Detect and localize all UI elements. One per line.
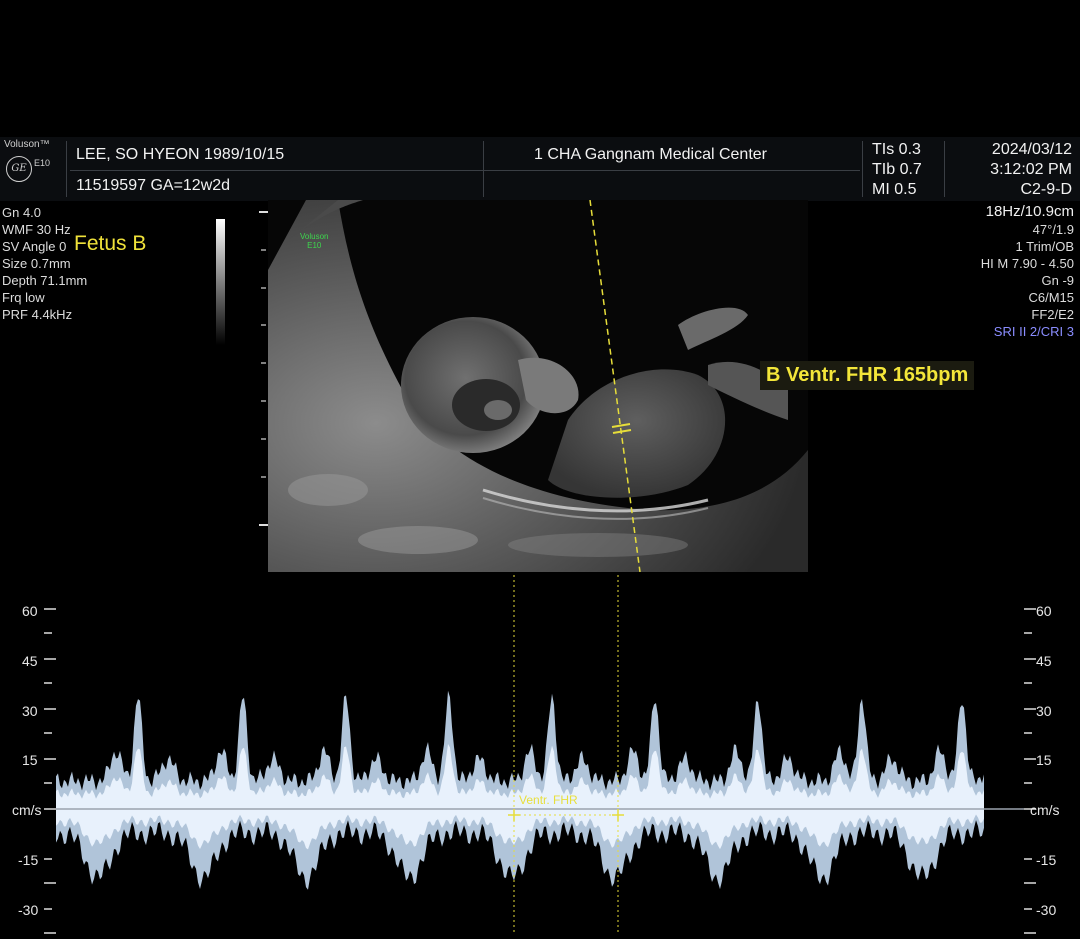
- header-divider: [862, 141, 863, 197]
- header-divider: [944, 141, 945, 197]
- probe-name: C2-9-D: [1020, 181, 1072, 198]
- doppler-waveform: [44, 575, 1036, 934]
- right-parameter-list: 18Hz/10.9cm 47°/1.9 1 Trim/OB HI M 7.90 …: [981, 203, 1074, 340]
- velocity-tick-left: -15: [18, 852, 39, 868]
- param-harmonic: HI M 7.90 - 4.50: [980, 256, 1074, 271]
- image-voluson-logo: Voluson E10: [300, 232, 329, 250]
- velocity-tick-left: 45: [22, 653, 38, 669]
- param-preset: 1 Trim/OB: [1015, 239, 1074, 254]
- header-divider: [483, 141, 484, 197]
- velocity-tick-right: -30: [1036, 902, 1057, 918]
- header-divider: [66, 141, 67, 197]
- doppler-spectrum-panel[interactable]: [0, 575, 1080, 934]
- param-gain-2d: Gn -9: [1041, 273, 1074, 288]
- param-angle: 47°/1.9: [1032, 222, 1074, 237]
- param-gain: Gn 4.0: [2, 205, 42, 220]
- velocity-tick-left: 15: [22, 752, 38, 768]
- velocity-tick-left: 60: [22, 603, 38, 619]
- fetus-scan-graphic: [268, 200, 808, 572]
- param-frequency: Frq low: [2, 290, 45, 305]
- left-parameter-list: Gn 4.0 WMF 30 Hz SV Angle 0 Size 0.7mm D…: [2, 204, 87, 323]
- ge-logo-icon: GE: [6, 156, 32, 182]
- velocity-tick-right: 15: [1036, 752, 1052, 768]
- param-prf: PRF 4.4kHz: [2, 307, 73, 322]
- velocity-tick-right: 30: [1036, 703, 1052, 719]
- velocity-tick-right: 45: [1036, 653, 1052, 669]
- param-depth: Depth 71.1mm: [2, 273, 88, 288]
- param-filter: FF2/E2: [1031, 307, 1074, 322]
- brand-model: E10: [34, 158, 51, 168]
- velocity-unit-right: cm/s: [1030, 802, 1060, 818]
- param-map: C6/M15: [1028, 290, 1074, 305]
- velocity-tick-left: 30: [22, 703, 38, 719]
- velocity-tick-right: 60: [1036, 603, 1052, 619]
- patient-id-ga: 11519597 GA=12w2d: [76, 177, 231, 194]
- institution-name: 1 CHA Gangnam Medical Center: [534, 146, 767, 163]
- grayscale-bar: [216, 219, 225, 345]
- ultrasound-image[interactable]: [268, 200, 808, 572]
- param-sri: SRI II 2/CRI 3: [993, 324, 1074, 339]
- velocity-unit-left: cm/s: [12, 802, 42, 818]
- tis-value: TIs 0.3: [872, 141, 921, 158]
- param-frame-rate-depth: 18Hz/10.9cm: [985, 203, 1074, 220]
- header-divider: [70, 170, 860, 171]
- fhr-cursor-label: Ventr. FHR: [519, 793, 578, 807]
- velocity-tick-left: -30: [18, 902, 39, 918]
- brand-name: Voluson™: [4, 139, 50, 150]
- param-size: Size 0.7mm: [2, 256, 71, 271]
- mi-value: MI 0.5: [872, 181, 917, 198]
- exam-time: 3:12:02 PM: [990, 161, 1072, 178]
- fhr-measurement-label: B Ventr. FHR 165bpm: [760, 361, 975, 390]
- exam-date: 2024/03/12: [991, 141, 1072, 158]
- tib-value: TIb 0.7: [872, 161, 922, 178]
- velocity-tick-right: -15: [1036, 852, 1057, 868]
- patient-name-dob: LEE, SO HYEON 1989/10/15: [76, 146, 285, 163]
- fetus-label: Fetus B: [74, 232, 147, 255]
